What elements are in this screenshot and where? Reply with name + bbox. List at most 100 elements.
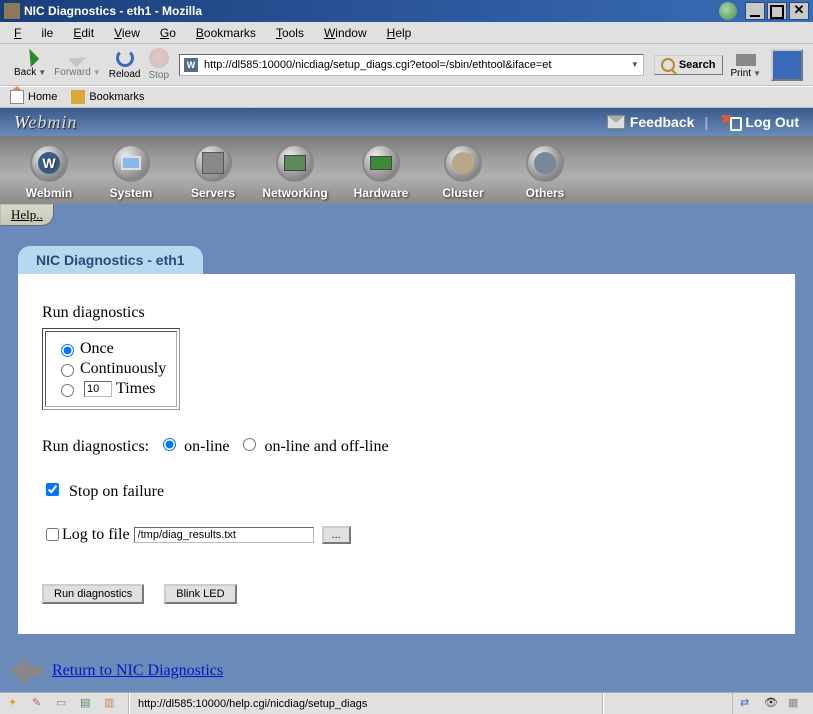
- feedback-link[interactable]: Feedback: [607, 114, 695, 130]
- personal-toolbar: Home Bookmarks: [0, 86, 813, 108]
- webmin-icon: W: [38, 152, 60, 174]
- url-input[interactable]: [202, 58, 627, 72]
- menu-view[interactable]: View: [114, 26, 140, 40]
- radio-online-offline[interactable]: [243, 438, 256, 451]
- return-arrow-icon: [10, 660, 44, 682]
- app-icon: [4, 3, 20, 19]
- status-security-icon[interactable]: ▦: [788, 696, 806, 712]
- status-star-icon[interactable]: ✦: [8, 696, 24, 712]
- home-button[interactable]: Home: [10, 90, 57, 104]
- reload-icon: [116, 49, 134, 67]
- radio-once-label: Once: [80, 340, 114, 358]
- radio-times-label: Times: [116, 380, 155, 398]
- menu-edit[interactable]: Edit: [73, 26, 94, 40]
- cat-others[interactable]: Others: [506, 144, 584, 200]
- search-button[interactable]: Search: [654, 55, 723, 75]
- mode-label: Run diagnostics:: [42, 438, 149, 455]
- blink-led-button[interactable]: Blink LED: [164, 584, 236, 604]
- menu-go[interactable]: Go: [160, 26, 176, 40]
- log-to-file-label: Log to file: [62, 526, 130, 544]
- times-input[interactable]: [84, 381, 112, 397]
- diagnostics-mode-row: Run diagnostics: on-line on-line and off…: [42, 438, 771, 456]
- run-count-group: Once Continuously Times: [42, 328, 180, 410]
- minimize-button[interactable]: [745, 2, 765, 20]
- help-link[interactable]: Help..: [0, 204, 54, 226]
- help-tab-row: Help..: [0, 204, 813, 226]
- checkbox-stop-on-failure[interactable]: [46, 483, 59, 496]
- webmin-logo: Webmin: [14, 112, 77, 133]
- run-diagnostics-button[interactable]: Run diagnostics: [42, 584, 144, 604]
- servers-icon: [202, 152, 224, 174]
- url-dropdown-icon[interactable]: ▼: [631, 60, 639, 69]
- back-button[interactable]: Back▼: [14, 51, 46, 78]
- favicon-icon: W: [184, 58, 198, 72]
- status-irc-icon[interactable]: ▥: [104, 696, 120, 712]
- maximize-button[interactable]: [767, 2, 787, 20]
- status-addressbook-icon[interactable]: ▤: [80, 696, 96, 712]
- url-bar[interactable]: W ▼: [179, 54, 644, 76]
- hardware-icon: [370, 156, 392, 170]
- status-bar: ✦ ✎ ▭ ▤ ▥ http://dl585:10000/help.cgi/ni…: [0, 692, 813, 714]
- radio-once[interactable]: [61, 344, 74, 357]
- cat-servers[interactable]: Servers: [174, 144, 252, 200]
- cat-hardware[interactable]: Hardware: [342, 144, 420, 200]
- browse-button[interactable]: ...: [322, 526, 351, 544]
- radio-online[interactable]: [163, 438, 176, 451]
- stop-icon: [149, 48, 169, 68]
- menu-window[interactable]: Window: [324, 26, 367, 40]
- radio-online-label: on-line: [184, 438, 229, 455]
- menu-tools[interactable]: Tools: [276, 26, 304, 40]
- bookmarks-button[interactable]: Bookmarks: [71, 90, 144, 104]
- print-button[interactable]: Print▼: [731, 50, 761, 79]
- window-titlebar: NIC Diagnostics - eth1 - Mozilla ✕: [0, 0, 813, 22]
- status-online-icon[interactable]: ⇄: [740, 696, 758, 712]
- close-button[interactable]: ✕: [789, 2, 809, 20]
- category-bar: WWebmin System Servers Networking Hardwa…: [0, 136, 813, 204]
- system-icon: [121, 156, 141, 170]
- radio-online-offline-label: on-line and off-line: [264, 438, 388, 455]
- status-url: http://dl585:10000/help.cgi/nicdiag/setu…: [129, 693, 603, 714]
- status-progress: [603, 693, 733, 714]
- webmin-header: Webmin Feedback | Log Out: [0, 108, 813, 136]
- logout-icon: [722, 113, 740, 131]
- print-icon: [736, 50, 756, 66]
- forward-button[interactable]: Forward▼: [54, 51, 101, 78]
- section-title: NIC Diagnostics - eth1: [18, 246, 203, 274]
- menu-bookmarks[interactable]: Bookmarks: [196, 26, 256, 40]
- menu-help[interactable]: Help: [387, 26, 412, 40]
- cat-networking[interactable]: Networking: [256, 144, 334, 200]
- bookmarks-icon: [71, 90, 85, 104]
- status-composer-icon[interactable]: ✎: [32, 696, 48, 712]
- cat-system[interactable]: System: [92, 144, 170, 200]
- radio-continuously[interactable]: [61, 364, 74, 377]
- logout-link[interactable]: Log Out: [722, 113, 799, 131]
- home-icon: [10, 90, 24, 104]
- menu-bar: File Edit View Go Bookmarks Tools Window…: [0, 22, 813, 44]
- log-file-input[interactable]: [134, 527, 314, 543]
- radio-continuously-label: Continuously: [80, 360, 166, 378]
- networking-icon: [284, 155, 306, 171]
- radio-times[interactable]: [61, 384, 74, 397]
- suse-icon: [719, 2, 737, 20]
- stop-on-failure-label: Stop on failure: [69, 483, 164, 500]
- stop-button[interactable]: Stop: [148, 48, 169, 81]
- cat-webmin[interactable]: WWebmin: [10, 144, 88, 200]
- status-mail-icon[interactable]: ▭: [56, 696, 72, 712]
- search-icon: [661, 58, 675, 72]
- return-link[interactable]: Return to NIC Diagnostics: [52, 662, 223, 680]
- menu-file[interactable]: File: [14, 26, 53, 40]
- content-area: NIC Diagnostics - eth1 Run diagnostics O…: [0, 226, 813, 644]
- mail-icon: [607, 115, 625, 129]
- throbber-icon: [771, 49, 803, 81]
- cluster-icon: [452, 152, 474, 174]
- back-arrow-icon: [21, 49, 39, 67]
- others-icon: [534, 152, 556, 174]
- window-title: NIC Diagnostics - eth1 - Mozilla: [24, 4, 713, 18]
- checkbox-log-to-file[interactable]: [46, 528, 59, 541]
- navigation-toolbar: Back▼ Forward▼ Reload Stop W ▼ Search Pr…: [0, 44, 813, 86]
- diagnostics-panel: Run diagnostics Once Continuously Times: [18, 274, 795, 634]
- cat-cluster[interactable]: Cluster: [424, 144, 502, 200]
- status-cookie-icon[interactable]: 👁: [764, 696, 782, 712]
- reload-button[interactable]: Reload: [109, 49, 141, 80]
- forward-arrow-icon: [68, 49, 86, 67]
